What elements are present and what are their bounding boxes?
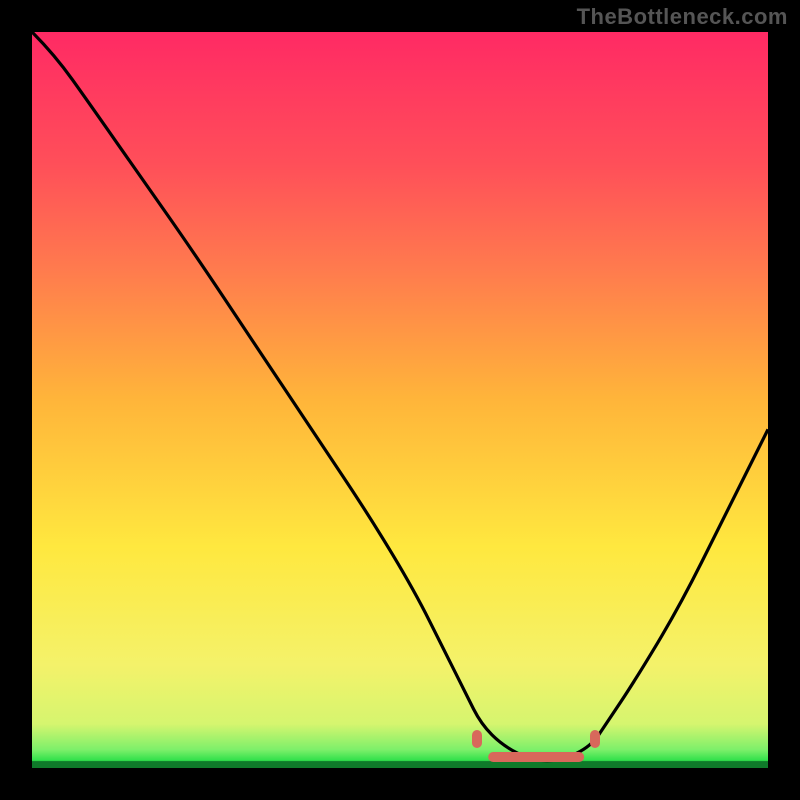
curve-marker-band xyxy=(488,752,584,762)
chart-frame: TheBottleneck.com xyxy=(0,0,800,800)
marker-layer xyxy=(32,32,768,768)
curve-marker-left-dot xyxy=(472,730,482,748)
plot-area xyxy=(32,32,768,768)
watermark-text: TheBottleneck.com xyxy=(577,4,788,30)
curve-marker-right-dot xyxy=(590,730,600,748)
